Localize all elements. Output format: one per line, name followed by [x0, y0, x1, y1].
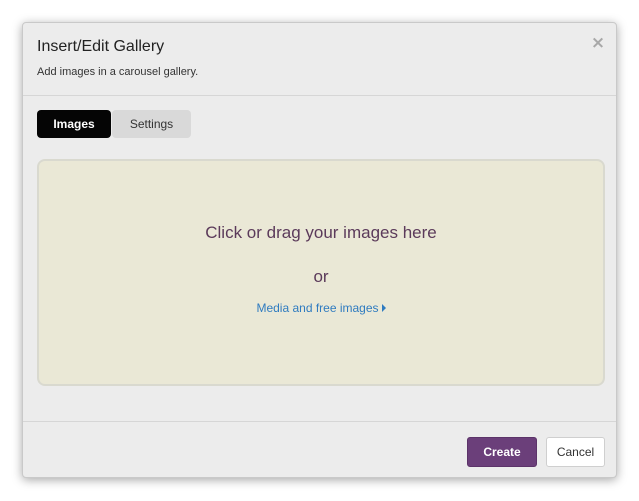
close-icon[interactable]: ×: [590, 35, 606, 52]
dialog-title: Insert/Edit Gallery: [37, 38, 165, 55]
dropzone-or: or: [313, 267, 329, 286]
caret-right-icon: [381, 304, 386, 312]
dialog-subtitle: Add images in a carousel gallery.: [37, 66, 199, 78]
dropzone-instruction: Click or drag your images here: [205, 223, 437, 242]
media-free-images-link[interactable]: Media and free images: [256, 301, 378, 315]
tab-bar: Images Settings: [37, 110, 191, 138]
footer-divider: [23, 421, 616, 422]
tab-images[interactable]: Images: [37, 110, 111, 138]
gallery-dialog: Insert/Edit Gallery Add images in a caro…: [22, 22, 617, 478]
image-dropzone[interactable]: Click or drag your images here or Media …: [37, 159, 605, 386]
cancel-button[interactable]: Cancel: [546, 437, 605, 467]
dialog-header: Insert/Edit Gallery Add images in a caro…: [23, 23, 616, 96]
tab-settings[interactable]: Settings: [112, 110, 191, 138]
create-button[interactable]: Create: [467, 437, 537, 467]
media-link-row: Media and free images: [39, 301, 603, 315]
